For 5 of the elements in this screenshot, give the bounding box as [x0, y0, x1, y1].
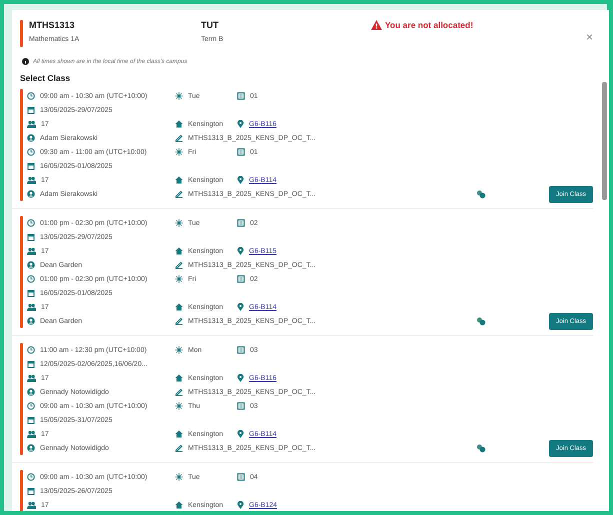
course-code: MTHS1313 — [29, 20, 76, 30]
class-type: TUT — [201, 20, 220, 30]
close-button[interactable]: × — [586, 30, 593, 44]
allocation-warning: You are not allocated! — [385, 20, 474, 30]
section-title: Select Class — [20, 73, 72, 83]
